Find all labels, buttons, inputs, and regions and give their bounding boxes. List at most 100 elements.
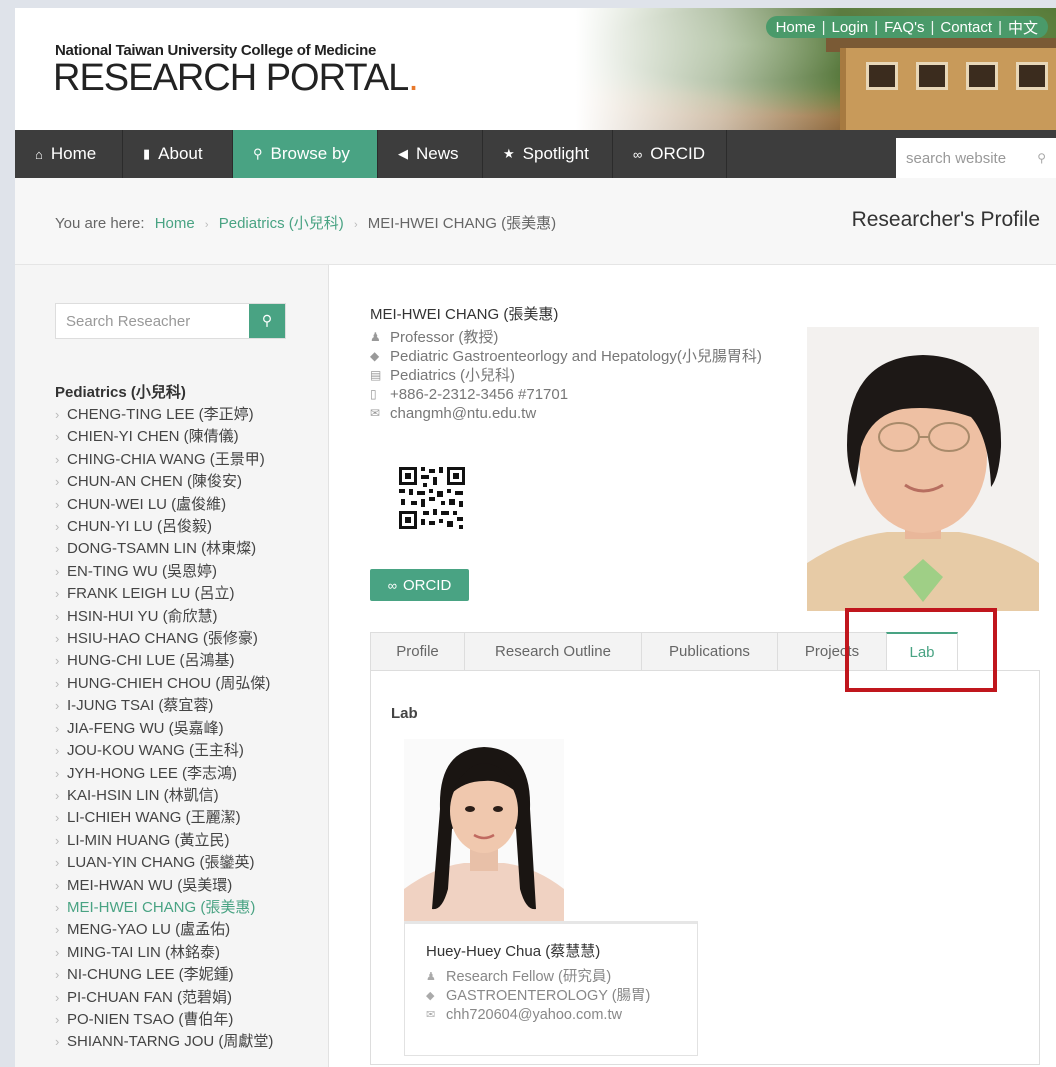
- separator: |: [821, 18, 826, 36]
- profile-department: Pediatrics (小兒科): [390, 367, 516, 384]
- building-window: [1016, 62, 1048, 90]
- building-icon: ▤: [370, 368, 382, 382]
- sidebar: Search Reseacher ⚲ Pediatrics (小兒科) CHEN…: [15, 265, 329, 1067]
- site-search-placeholder: search website: [906, 149, 1007, 167]
- search-button[interactable]: ⚲: [249, 304, 285, 338]
- lab-member-field: GASTROENTEROLOGY (腸胃): [446, 988, 651, 1004]
- researcher-item[interactable]: MENG-YAO LU (盧孟佑): [55, 919, 295, 942]
- researcher-item[interactable]: HUNG-CHIEH CHOU (周弘傑): [55, 673, 295, 696]
- profile-specialty: Pediatric Gastroenteorlogy and Hepatolog…: [390, 348, 762, 365]
- lab-member-role: Research Fellow (研究員): [446, 969, 612, 985]
- lab-member-info: ♟ Research Fellow (研究員) ◆ GASTROENTEROLOGY…: [426, 968, 650, 1025]
- profile-email-row: ✉ changmh@ntu.edu.tw: [370, 404, 790, 423]
- researcher-item[interactable]: CHUN-YI LU (呂俊毅): [55, 516, 295, 539]
- lab-member-email-row: ✉ chh720604@yahoo.com.tw: [426, 1006, 650, 1025]
- researcher-item[interactable]: I-JUNG TSAI (蔡宜蓉): [55, 695, 295, 718]
- toplink-login[interactable]: Login: [831, 19, 868, 36]
- researcher-item[interactable]: HSIN-HUI YU (俞欣慧): [55, 606, 295, 629]
- main-content: MEI-HWEI CHANG (張美惠) ♟ Professor (教授) ◆ Pe…: [329, 265, 1056, 1067]
- brand-title: RESEARCH PORTAL: [53, 57, 409, 99]
- researcher-item[interactable]: MEI-HWAN WU (吳美環): [55, 875, 295, 898]
- tag-icon: ◆: [370, 349, 380, 363]
- star-icon: ★: [503, 146, 515, 161]
- researcher-item[interactable]: CHUN-WEI LU (盧俊維): [55, 494, 295, 517]
- researcher-item-current[interactable]: MEI-HWEI CHANG (張美惠): [55, 897, 295, 920]
- orcid-button[interactable]: ∞ ORCID: [370, 569, 469, 601]
- researcher-item[interactable]: SHIANN-TARNG JOU (周獻堂): [55, 1031, 295, 1054]
- researcher-item[interactable]: HSIU-HAO CHANG (張修豪): [55, 628, 295, 651]
- researcher-item[interactable]: CHING-CHIA WANG (王景甲): [55, 449, 295, 472]
- tab-research-outline[interactable]: Research Outline: [464, 632, 642, 670]
- profile-photo: [807, 327, 1039, 611]
- envelope-icon: ✉: [370, 406, 381, 420]
- nav-home[interactable]: ⌂ Home: [15, 130, 123, 178]
- lab-member-field-row: ◆ GASTROENTEROLOGY (腸胃): [426, 987, 650, 1006]
- building-window: [966, 62, 998, 90]
- chevron-right-icon: ›: [353, 219, 358, 231]
- breadcrumb-prefix: You are here:: [55, 215, 145, 232]
- tab-lab[interactable]: Lab: [886, 632, 958, 670]
- brand-logo[interactable]: RESEARCH PORTAL.: [53, 56, 419, 100]
- toplink-contact[interactable]: Contact: [940, 19, 992, 36]
- nav-label: About: [158, 144, 203, 163]
- toplink-home[interactable]: Home: [776, 19, 816, 36]
- breadcrumb-home[interactable]: Home: [155, 215, 195, 232]
- nav-browse-by[interactable]: ⚲ Browse by: [233, 130, 378, 178]
- profile-name: MEI-HWEI CHANG (張美惠): [370, 306, 559, 323]
- researcher-item[interactable]: PI-CHUAN FAN (范碧娟): [55, 987, 295, 1010]
- sidebar-department-heading: Pediatrics (小兒科): [55, 384, 186, 401]
- toplink-chinese[interactable]: 中文: [1008, 17, 1038, 38]
- nav-about[interactable]: ▮ About: [123, 130, 233, 178]
- phone-icon: ▯: [370, 387, 377, 401]
- chevron-right-icon: ›: [204, 219, 209, 231]
- nav-label: News: [416, 144, 459, 163]
- separator: |: [874, 18, 879, 36]
- researcher-item[interactable]: JOU-KOU WANG (王主科): [55, 740, 295, 763]
- tab-projects[interactable]: Projects: [777, 632, 887, 670]
- tag-icon: ◆: [426, 990, 435, 1002]
- researcher-item[interactable]: NI-CHUNG LEE (李妮鍾): [55, 964, 295, 987]
- researcher-search-placeholder: Search Reseacher: [66, 313, 191, 330]
- brand-dot: .: [408, 57, 419, 99]
- toplink-faq[interactable]: FAQ's: [884, 19, 924, 36]
- researcher-item[interactable]: KAI-HSIN LIN (林凱信): [55, 785, 295, 808]
- profile-phone-row: ▯ +886-2-2312-3456 #71701: [370, 385, 790, 404]
- tab-publications[interactable]: Publications: [641, 632, 778, 670]
- researcher-item[interactable]: CHENG-TING LEE (李正婷): [55, 404, 295, 427]
- nav-news[interactable]: ◀ News: [378, 130, 483, 178]
- profile-email[interactable]: changmh@ntu.edu.tw: [390, 404, 536, 423]
- researcher-item[interactable]: LI-MIN HUANG (黃立民): [55, 830, 295, 853]
- tab-profile[interactable]: Profile: [370, 632, 465, 670]
- nav-orcid[interactable]: ∞ ORCID: [613, 130, 727, 178]
- building-window: [866, 62, 898, 90]
- nav-spotlight[interactable]: ★ Spotlight: [483, 130, 613, 178]
- researcher-item[interactable]: CHUN-AN CHEN (陳俊安): [55, 471, 295, 494]
- breadcrumb-department[interactable]: Pediatrics (小兒科): [219, 215, 344, 232]
- campus-building: [840, 48, 1056, 130]
- profile-department-row: ▤ Pediatrics (小兒科): [370, 366, 790, 385]
- profile-title: Professor (教授): [390, 329, 499, 346]
- researcher-search-input[interactable]: Search Reseacher ⚲: [55, 303, 286, 339]
- researcher-item[interactable]: JYH-HONG LEE (李志鴻): [55, 763, 295, 786]
- researcher-item[interactable]: CHIEN-YI CHEN (陳倩儀): [55, 426, 295, 449]
- researcher-item[interactable]: EN-TING WU (吳恩婷): [55, 561, 295, 584]
- researcher-item[interactable]: LUAN-YIN CHANG (張鑾英): [55, 852, 295, 875]
- document-icon: ▮: [143, 146, 151, 161]
- building-window: [916, 62, 948, 90]
- researcher-item[interactable]: MING-TAI LIN (林銘泰): [55, 942, 295, 965]
- lab-member-card[interactable]: Huey-Huey Chua (蔡慧慧) ♟ Research Fellow (研…: [404, 921, 698, 1056]
- researcher-item[interactable]: DONG-TSAMN LIN (林東燦): [55, 538, 295, 561]
- researcher-item[interactable]: HUNG-CHI LUE (呂鴻基): [55, 650, 295, 673]
- megaphone-icon: ◀: [398, 146, 408, 161]
- researcher-item[interactable]: JIA-FENG WU (吳嘉峰): [55, 718, 295, 741]
- researcher-item[interactable]: PO-NIEN TSAO (曹伯年): [55, 1009, 295, 1032]
- breadcrumb-bar: You are here: Home › Pediatrics (小兒科) › …: [15, 178, 1056, 265]
- lab-member-email[interactable]: chh720604@yahoo.com.tw: [446, 1006, 622, 1025]
- researcher-item[interactable]: LI-CHIEH WANG (王麗潔): [55, 807, 295, 830]
- site-search-input[interactable]: search website ⚲: [896, 138, 1056, 178]
- researcher-item[interactable]: FRANK LEIGH LU (呂立): [55, 583, 295, 606]
- search-icon[interactable]: ⚲: [1037, 151, 1046, 165]
- nav-label: Home: [50, 144, 97, 163]
- nav-label: Spotlight: [522, 144, 589, 163]
- search-icon: ⚲: [261, 313, 273, 329]
